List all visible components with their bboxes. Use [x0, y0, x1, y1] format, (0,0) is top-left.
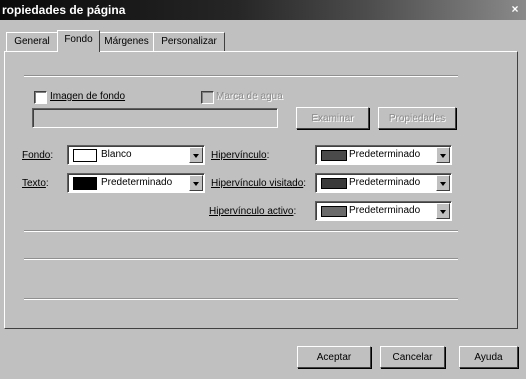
tab-margenes[interactable]: Márgenes	[99, 32, 154, 51]
fondo-label: Fondo:	[22, 150, 54, 161]
background-image-label: Imagen de fondo	[50, 91, 126, 102]
texto-color-select[interactable]: Predeterminado	[67, 173, 205, 193]
hyperlink-label-text: Hipervínculo	[211, 150, 267, 161]
hyperlink-color-value: Predeterminado	[349, 149, 421, 160]
visited-hyperlink-color-select[interactable]: Predeterminado	[315, 173, 452, 193]
chevron-down-icon[interactable]	[189, 147, 203, 163]
properties-label: Propiedades	[388, 113, 446, 124]
watermark-checkbox[interactable]	[201, 91, 214, 104]
fondo-color-select[interactable]: Blanco	[67, 145, 205, 165]
background-image-path-field[interactable]	[32, 108, 278, 128]
texto-color-value: Predeterminado	[101, 177, 173, 188]
active-color-swatch	[321, 206, 347, 217]
fondo-color-value: Blanco	[101, 149, 132, 160]
active-label-text: Hipervínculo activo	[209, 206, 294, 217]
chevron-down-icon[interactable]	[189, 175, 203, 191]
help-button[interactable]: Ayuda	[459, 346, 518, 368]
texto-label-text: Texto	[22, 178, 46, 189]
active-color-value: Predeterminado	[349, 205, 421, 216]
visited-color-swatch	[321, 178, 347, 189]
watermark-label: Marca de agua	[216, 91, 283, 102]
window-title: ropiedades de página	[2, 3, 126, 17]
chevron-down-icon[interactable]	[436, 175, 450, 191]
close-icon[interactable]: ×	[508, 3, 522, 16]
cancel-button[interactable]: Cancelar	[380, 346, 445, 368]
hyperlink-color-swatch	[321, 150, 347, 161]
fondo-label-text: Fondo	[22, 150, 51, 161]
separator-3	[24, 298, 458, 300]
visited-hyperlink-label: Hipervínculo visitado:	[211, 178, 307, 189]
active-hyperlink-label: Hipervínculo activo:	[209, 206, 297, 217]
fondo-color-swatch	[73, 149, 97, 162]
texto-label: Texto:	[22, 178, 49, 189]
separator-1	[24, 230, 458, 232]
visited-label-text: Hipervínculo visitado	[211, 178, 304, 189]
chevron-down-icon[interactable]	[436, 203, 450, 219]
tab-fondo[interactable]: Fondo	[57, 30, 100, 52]
chevron-down-icon[interactable]	[436, 147, 450, 163]
texto-color-swatch	[73, 177, 97, 190]
hyperlink-label: Hipervínculo:	[211, 150, 270, 161]
title-bar[interactable]: ropiedades de página ×	[0, 0, 526, 20]
background-image-checkbox[interactable]	[34, 91, 47, 104]
hyperlink-color-select[interactable]: Predeterminado	[315, 145, 452, 165]
tab-general[interactable]: General	[6, 32, 58, 51]
accept-button[interactable]: Aceptar	[297, 346, 371, 368]
tab-personalizar[interactable]: Personalizar	[153, 32, 225, 51]
active-hyperlink-color-select[interactable]: Predeterminado	[315, 201, 452, 221]
visited-color-value: Predeterminado	[349, 177, 421, 188]
separator-top	[24, 75, 458, 77]
browse-label: Examinar	[311, 113, 354, 124]
separator-2	[24, 258, 458, 260]
properties-button[interactable]: Propiedades	[378, 107, 456, 129]
browse-button[interactable]: Examinar	[296, 107, 369, 129]
